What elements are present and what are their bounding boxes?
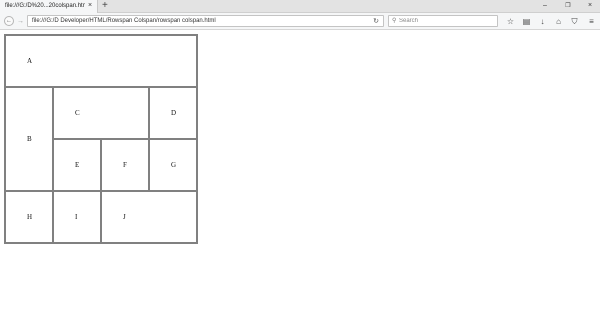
browser-tab[interactable]: file:///G:/D%20...20colspan.html × — [0, 0, 98, 13]
bookmark-star-icon[interactable]: ☆ — [505, 16, 516, 27]
forward-button[interactable]: → — [16, 17, 25, 26]
navigation-bar: ← → file:///G:/D Developer/HTML/Rowspan … — [0, 13, 600, 30]
url-text[interactable]: file:///G:/D Developer/HTML/Rowspan Cols… — [32, 17, 216, 26]
search-bar[interactable]: ⚲ — [388, 15, 498, 27]
minimize-icon[interactable]: – — [539, 1, 551, 11]
reader-view-icon[interactable]: ▤ — [521, 16, 532, 27]
search-icon: ⚲ — [392, 18, 397, 24]
reload-icon[interactable]: ↻ — [373, 17, 379, 26]
address-bar[interactable]: file:///G:/D Developer/HTML/Rowspan Cols… — [27, 15, 384, 27]
cell-g: G — [149, 139, 197, 191]
cell-c: C — [53, 87, 149, 139]
search-input[interactable] — [399, 17, 495, 26]
downloads-icon[interactable]: ↓ — [537, 16, 548, 27]
cell-d: D — [149, 87, 197, 139]
home-icon[interactable]: ⌂ — [553, 16, 564, 27]
cell-b: B — [5, 87, 53, 191]
new-tab-button[interactable]: + — [102, 0, 108, 12]
tab-close-icon[interactable]: × — [88, 2, 92, 10]
back-button[interactable]: ← — [4, 16, 14, 26]
cell-a: A — [5, 35, 197, 87]
rowspan-colspan-table: A B C D E F G H I J — [4, 34, 198, 244]
maximize-icon[interactable]: ❐ — [562, 1, 574, 11]
menu-icon[interactable]: ≡ — [586, 16, 597, 27]
cell-j: J — [101, 191, 197, 243]
cell-f: F — [101, 139, 149, 191]
page-content: A B C D E F G H I J — [0, 31, 600, 315]
cell-e: E — [53, 139, 101, 191]
tab-strip: file:///G:/D%20...20colspan.html × + – ❐… — [0, 0, 600, 13]
cell-i: I — [53, 191, 101, 243]
close-window-icon[interactable]: × — [584, 1, 596, 11]
tab-title: file:///G:/D%20...20colspan.html — [5, 3, 85, 9]
cell-h: H — [5, 191, 53, 243]
pocket-icon[interactable]: ⛉ — [569, 16, 580, 27]
